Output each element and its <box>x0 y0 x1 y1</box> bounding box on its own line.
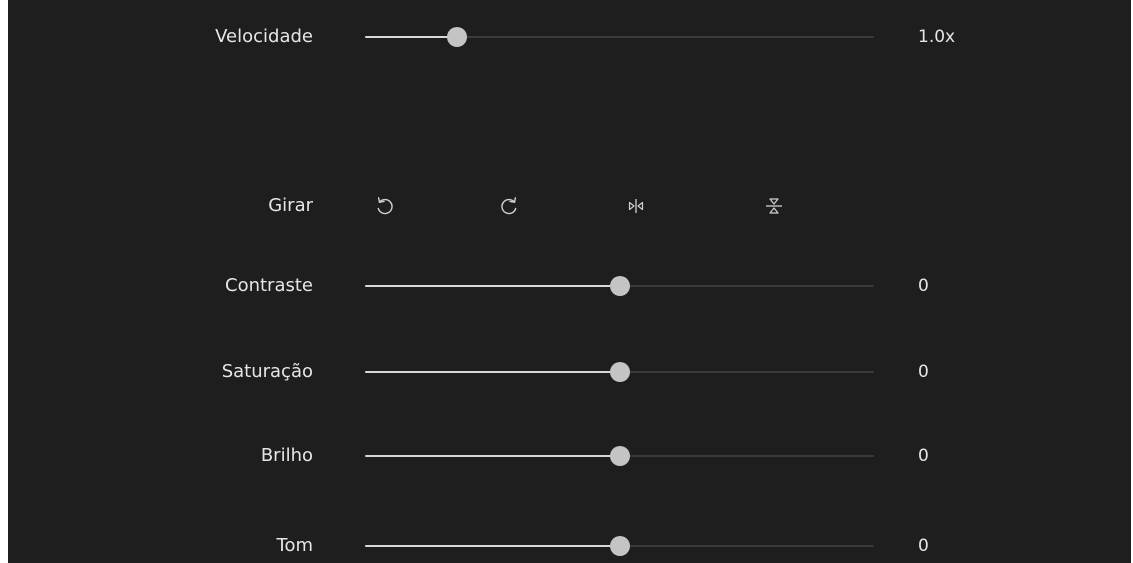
brightness-label: Brilho <box>260 445 313 466</box>
contrast-value: 0 <box>918 276 929 296</box>
speed-slider-fill <box>365 36 457 38</box>
hue-label: Tom <box>276 535 313 556</box>
speed-row: Velocidade 1.0x <box>8 22 1131 52</box>
contrast-label: Contraste <box>225 275 313 296</box>
saturation-row: Saturação 0 <box>8 357 1131 387</box>
saturation-value: 0 <box>918 362 929 382</box>
hue-row: Tom 0 <box>8 531 1131 561</box>
flip-horizontal-icon <box>628 199 644 213</box>
contrast-slider-fill <box>365 285 620 287</box>
brightness-slider[interactable] <box>365 441 874 471</box>
speed-slider[interactable] <box>365 22 874 52</box>
rotate-right-button[interactable] <box>492 191 526 221</box>
rotate-right-icon <box>501 197 517 215</box>
hue-slider[interactable] <box>365 531 874 561</box>
hue-slider-thumb[interactable] <box>609 536 630 556</box>
brightness-value: 0 <box>918 446 929 466</box>
speed-value: 1.0x <box>918 27 956 47</box>
contrast-slider[interactable] <box>365 271 874 301</box>
rotate-label: Girar <box>268 195 313 216</box>
brightness-row: Brilho 0 <box>8 441 1131 471</box>
saturation-slider[interactable] <box>365 357 874 387</box>
rotate-left-button[interactable] <box>368 191 402 221</box>
contrast-slider-thumb[interactable] <box>609 276 630 296</box>
saturation-slider-fill <box>365 371 620 373</box>
contrast-row: Contraste 0 <box>8 271 1131 301</box>
rotate-row: Girar <box>8 191 1131 221</box>
saturation-label: Saturação <box>221 361 313 382</box>
flip-vertical-button[interactable] <box>757 191 791 221</box>
flip-horizontal-button[interactable] <box>619 191 653 221</box>
video-adjustments-panel: Velocidade 1.0x Girar Contraste 0 Satura… <box>8 0 1131 563</box>
speed-slider-thumb[interactable] <box>446 27 467 47</box>
saturation-slider-thumb[interactable] <box>609 362 630 382</box>
hue-value: 0 <box>918 536 929 556</box>
speed-label: Velocidade <box>215 26 313 47</box>
brightness-slider-thumb[interactable] <box>609 446 630 466</box>
brightness-slider-fill <box>365 455 620 457</box>
flip-vertical-icon <box>766 198 782 214</box>
rotate-left-icon <box>377 197 393 215</box>
hue-slider-fill <box>365 545 620 547</box>
